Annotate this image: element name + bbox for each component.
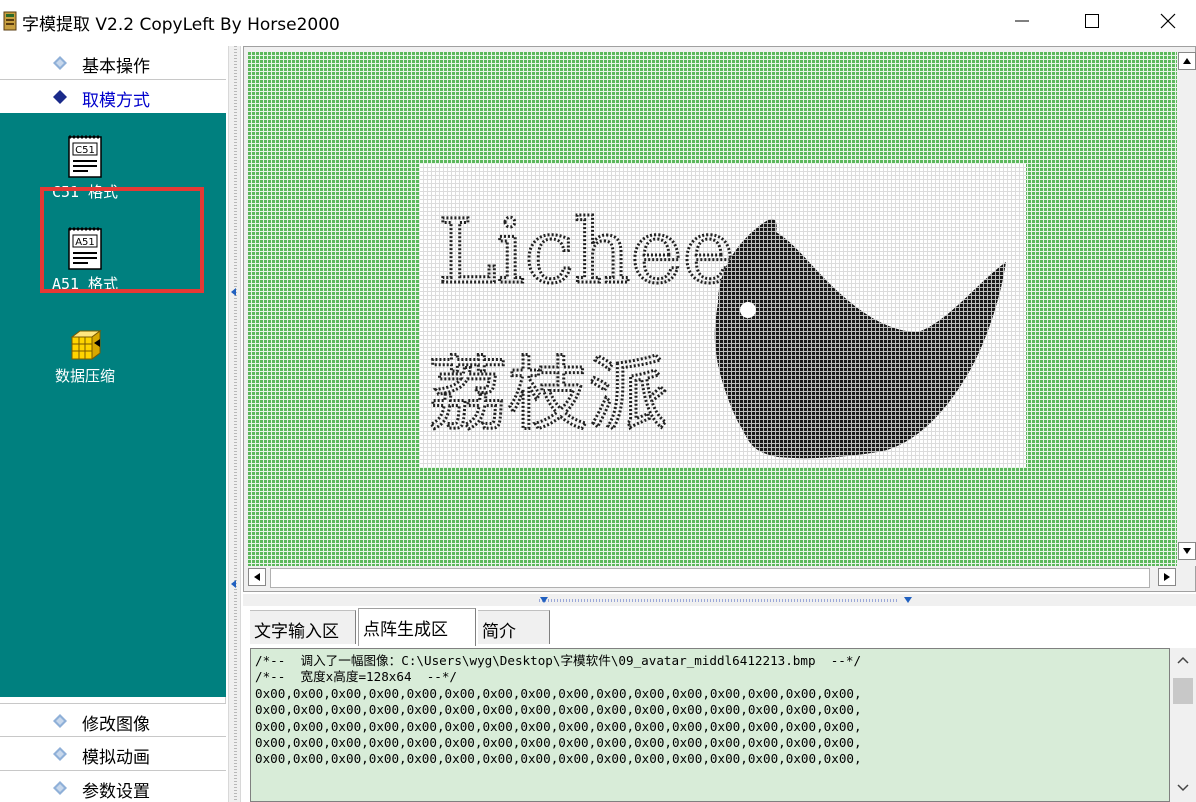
tab-introduction[interactable]: 简介	[478, 610, 550, 644]
app-icon	[3, 11, 17, 31]
tool-label: 数据压缩	[54, 367, 115, 385]
minimize-icon	[1015, 20, 1029, 22]
scroll-thumb[interactable]	[1173, 678, 1193, 704]
tab-text-input[interactable]: 文字输入区	[250, 610, 356, 644]
group-edit-image[interactable]: 修改图像	[0, 703, 226, 737]
title-bar: 字模提取 V2.2 CopyLeft By Horse2000	[0, 0, 1196, 42]
arrow-up-icon	[1183, 58, 1191, 64]
scroll-left-button[interactable]	[248, 568, 266, 586]
group-label: 修改图像	[82, 715, 150, 735]
maximize-icon	[1085, 14, 1099, 28]
tool-data-compress[interactable]: 数据压缩	[20, 327, 150, 386]
canvas-horizontal-scrollbar[interactable]	[248, 566, 1177, 590]
tab-dot-matrix-output[interactable]: 点阵生成区	[358, 608, 476, 646]
selection-highlight-box	[40, 187, 204, 293]
canvas-vertical-scrollbar[interactable]	[1178, 52, 1196, 566]
output-line: 0x00,0x00,0x00,0x00,0x00,0x00,0x00,0x00,…	[255, 718, 862, 734]
chevron-down-icon[interactable]	[1177, 784, 1189, 792]
scroll-down-button[interactable]	[1178, 542, 1196, 560]
splitter-arrow-icon[interactable]	[231, 288, 236, 296]
splitter-down-arrow-icon	[904, 597, 912, 603]
output-vertical-scrollbar[interactable]	[1170, 648, 1196, 802]
maximize-button[interactable]	[1064, 0, 1120, 42]
diamond-icon	[53, 714, 67, 728]
bitmap-image: Lichee 荔枝派	[420, 164, 1026, 467]
output-line: 0x00,0x00,0x00,0x00,0x00,0x00,0x00,0x00,…	[255, 751, 862, 767]
arrow-left-icon	[254, 573, 260, 581]
dot-matrix-canvas[interactable]: Lichee 荔枝派	[248, 52, 1177, 566]
compress-cube-icon	[70, 330, 102, 360]
output-line: /*-- 调入了一幅图像：C:\Users\wyg\Desktop\字模软件\0…	[255, 653, 862, 668]
canvas-text-chinese: 荔枝派	[428, 348, 668, 441]
tool-area: C51 C51 格式 A51 A51 格式 数据压缩	[0, 113, 226, 697]
minimize-button[interactable]	[994, 0, 1050, 42]
group-label: 取模方式	[82, 91, 150, 111]
group-basic-operations[interactable]: 基本操作	[0, 46, 226, 80]
c51-icon-text: C51	[75, 145, 95, 156]
splitter-arrow-icon[interactable]	[231, 580, 236, 588]
diamond-icon	[53, 781, 67, 795]
diamond-icon	[53, 56, 67, 70]
window-title: 字模提取 V2.2 CopyLeft By Horse2000	[22, 15, 340, 35]
arrow-right-icon	[1164, 573, 1170, 581]
vertical-splitter[interactable]	[228, 46, 241, 802]
output-line: 0x00,0x00,0x00,0x00,0x00,0x00,0x00,0x00,…	[255, 685, 862, 701]
left-panel: 基本操作 取模方式 C51 C51 格式 A51 A51 格式 数据压缩 修改图…	[0, 46, 226, 802]
output-line: 0x00,0x00,0x00,0x00,0x00,0x00,0x00,0x00,…	[255, 735, 862, 751]
output-text-area[interactable]: /*-- 调入了一幅图像：C:\Users\wyg\Desktop\字模软件\0…	[250, 648, 1170, 802]
group-modeling-mode[interactable]: 取模方式	[0, 80, 226, 114]
group-label: 模拟动画	[82, 748, 150, 768]
group-parameter-settings[interactable]: 参数设置	[0, 771, 226, 802]
chevron-up-icon[interactable]	[1177, 656, 1189, 664]
scroll-right-button[interactable]	[1158, 568, 1176, 586]
canvas-text-latin: Lichee	[438, 200, 735, 303]
output-line: /*-- 宽度x高度=128x64 --*/	[255, 669, 458, 685]
scroll-thumb[interactable]	[270, 568, 1150, 588]
close-icon	[1160, 13, 1176, 29]
arrow-down-icon	[1183, 548, 1191, 554]
diamond-icon	[53, 90, 67, 104]
diamond-icon	[53, 747, 67, 761]
scroll-up-button[interactable]	[1178, 52, 1196, 70]
c51-doc-icon: C51	[68, 135, 102, 178]
output-line: 0x00,0x00,0x00,0x00,0x00,0x00,0x00,0x00,…	[255, 702, 862, 718]
group-label: 基本操作	[82, 57, 150, 77]
group-simulate-animation[interactable]: 模拟动画	[0, 737, 226, 771]
close-button[interactable]	[1140, 0, 1196, 42]
splitter-down-arrow-icon	[540, 597, 548, 603]
horizontal-splitter[interactable]	[243, 594, 1196, 606]
group-label: 参数设置	[82, 782, 150, 802]
